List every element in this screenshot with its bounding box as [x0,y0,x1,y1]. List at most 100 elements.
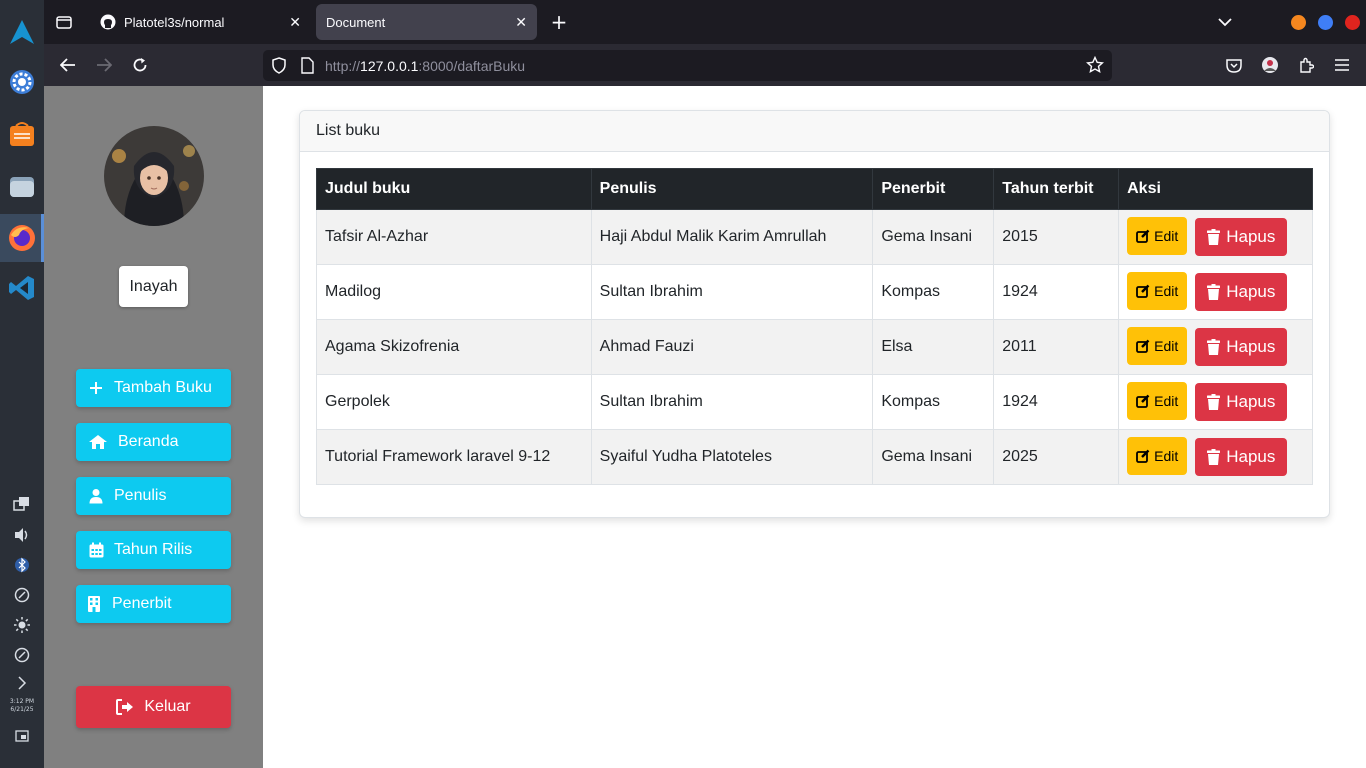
os-dock: 3:12 PM 6/21/25 [0,0,44,768]
cell-penulis: Sultan Ibrahim [590,264,874,320]
reload-icon[interactable] [127,52,153,78]
table-row: Tutorial Framework laravel 9-12 Syaiful … [316,429,1313,485]
system-clock[interactable]: 3:12 PM 6/21/25 [2,698,42,714]
cell-tahun: 1924 [993,374,1120,430]
keluar-label: Keluar [144,698,191,715]
url-host: 127.0.0.1 [360,57,419,74]
window-close-button[interactable] [1345,15,1360,30]
bookmark-star-icon[interactable] [1085,55,1105,78]
back-arrow-icon[interactable] [55,52,81,78]
tambah-buku-button[interactable]: Tambah Buku [76,369,231,407]
tab-document[interactable]: Document ✕ [316,4,537,40]
clock-date: 6/21/25 [10,706,34,713]
header-judul: Judul buku [316,168,592,210]
hapus-button[interactable]: Hapus [1195,328,1288,366]
windows-icon[interactable] [12,495,32,513]
window-maximize-button[interactable] [1318,15,1333,30]
cell-judul: Gerpolek [316,374,592,430]
beranda-button[interactable]: Beranda [76,423,231,461]
edit-icon [1136,394,1150,408]
cell-judul: Tutorial Framework laravel 9-12 [316,429,592,485]
building-icon [88,596,100,612]
avatar [104,126,204,226]
new-tab-icon[interactable]: + [546,9,572,35]
plus-icon [88,380,104,396]
penerbit-button[interactable]: Penerbit [76,585,231,623]
calendar-icon [88,542,104,558]
edit-button[interactable]: Edit [1127,327,1188,365]
hapus-button[interactable]: Hapus [1195,438,1288,476]
show-desktop-icon[interactable] [12,727,32,745]
penerbit-label: Penerbit [112,595,172,612]
account-avatar-icon[interactable] [1257,52,1283,78]
hapus-button[interactable]: Hapus [1195,383,1288,421]
brightness-icon[interactable] [12,616,32,634]
vpn-icon[interactable] [12,646,32,664]
cell-penulis: Haji Abdul Malik Karim Amrullah [590,209,874,265]
edit-icon [1136,449,1150,463]
edit-label: Edit [1154,228,1179,244]
shield-icon[interactable] [271,57,287,78]
cell-aksi: Edit Hapus [1118,374,1313,430]
cell-penerbit: Kompas [872,374,995,430]
hapus-button[interactable]: Hapus [1195,273,1288,311]
tab-overview-icon[interactable] [51,9,77,35]
close-tab-icon[interactable]: ✕ [289,14,301,31]
url-prefix: http:// [325,57,361,74]
cell-penulis: Syaiful Yudha Platoteles [590,429,874,485]
settings-icon[interactable] [6,66,38,98]
tab-github[interactable]: Platotel3s/normal ✕ [90,4,311,40]
forward-arrow-icon[interactable] [91,52,117,78]
pocket-icon[interactable] [1221,52,1247,78]
user-icon [88,488,104,504]
edit-button[interactable]: Edit [1127,217,1188,255]
page-icon[interactable] [300,57,314,78]
keluar-button[interactable]: Keluar [76,686,231,728]
edit-icon [1136,229,1150,243]
window-minimize-button[interactable] [1291,15,1306,30]
edit-label: Edit [1154,338,1179,354]
extensions-icon[interactable] [1293,52,1319,78]
tahun-rilis-button[interactable]: Tahun Rilis [76,531,231,569]
header-penulis: Penulis [590,168,874,210]
expand-tray-icon[interactable] [12,674,32,692]
vscode-icon[interactable] [6,272,38,304]
cell-penulis: Ahmad Fauzi [590,319,874,375]
cell-tahun: 1924 [993,264,1120,320]
files-icon[interactable] [6,170,38,202]
trash-icon [1207,284,1221,300]
bluetooth-icon[interactable] [12,556,32,574]
penulis-button[interactable]: Penulis [76,477,231,515]
book-list-card: List buku Judul buku Penulis Penerbit Ta… [299,110,1330,518]
edit-button[interactable]: Edit [1127,437,1188,475]
hapus-label: Hapus [1226,282,1276,301]
url-bar[interactable]: http://127.0.0.1:8000/daftarBuku [263,50,1112,81]
list-tabs-chevron-icon[interactable] [1212,9,1238,35]
store-icon[interactable] [6,118,38,150]
volume-icon[interactable] [12,526,32,544]
beranda-label: Beranda [118,433,179,450]
cell-penerbit: Gema Insani [872,429,995,485]
hapus-button[interactable]: Hapus [1195,218,1288,256]
arch-launcher-icon[interactable] [6,16,38,48]
cell-aksi: Edit Hapus [1118,209,1313,265]
close-tab-icon[interactable]: ✕ [515,14,527,31]
browser-toolbar: http://127.0.0.1:8000/daftarBuku [44,44,1366,86]
cell-penulis: Sultan Ibrahim [590,374,874,430]
card-title: List buku [300,111,1329,152]
table-row: Agama Skizofrenia Ahmad Fauzi Elsa 2011 … [316,319,1313,375]
firefox-icon[interactable] [6,222,38,254]
edit-button[interactable]: Edit [1127,272,1188,310]
menu-hamburger-icon[interactable] [1329,52,1355,78]
url-text: http://127.0.0.1:8000/daftarBuku [325,58,525,74]
github-icon [100,14,116,30]
header-penerbit: Penerbit [872,168,995,210]
cell-penerbit: Elsa [872,319,995,375]
cell-judul: Agama Skizofrenia [316,319,592,375]
cell-tahun: 2015 [993,209,1120,265]
network-icon[interactable] [12,586,32,604]
edit-icon [1136,339,1150,353]
trash-icon [1207,229,1221,245]
header-tahun: Tahun terbit [993,168,1120,210]
edit-button[interactable]: Edit [1127,382,1188,420]
